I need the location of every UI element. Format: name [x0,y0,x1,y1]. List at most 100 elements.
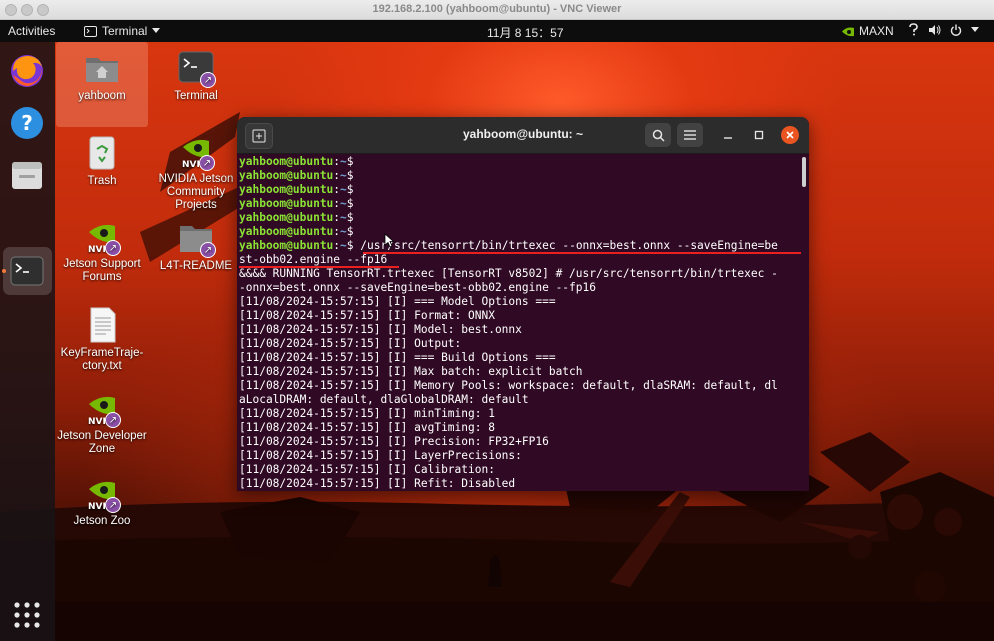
terminal-output[interactable]: yahboom@ubuntu:~$ yahboom@ubuntu:~$ yahboo… [239,155,797,491]
mouse-cursor-icon [384,233,394,248]
nvidia-icon: NVIDIA ↗ [85,392,124,428]
terminal-header-bar[interactable]: yahboom@ubuntu: ~ [237,117,809,154]
chevron-down-icon [152,28,161,33]
running-indicator [2,269,6,273]
desktop-icon-label: Jetson Developer Zone [57,430,147,455]
minimize-button[interactable] [717,123,739,147]
prompt-line: yahboom@ubuntu:~$ [239,197,354,210]
prompt-line: yahboom@ubuntu:~$ [239,211,354,224]
maximize-button[interactable] [748,123,770,147]
output-line: [11/08/2024-15:57:15] [I] === Model Opti… [239,295,556,308]
vnc-window-titlebar[interactable]: 192.168.2.100 (yahboom@ubuntu) - VNC Vie… [0,0,994,20]
prompt-line: yahboom@ubuntu:~$ [239,225,354,238]
desktop-icon-label: yahboom [78,90,126,102]
grid-icon [14,602,40,628]
dock-terminal-button[interactable] [7,251,47,291]
nvidia-icon: NVIDIA ↗ [85,477,124,513]
command-text: /usr/src/tensorrt/bin/trtexec --onnx=bes… [353,239,778,252]
maximize-icon [754,130,764,140]
app-menu-button[interactable]: Terminal [84,24,161,38]
desktop-icon-label: Trash [87,175,117,187]
desktop-icon-yahboom[interactable]: yahboom [57,50,147,103]
text-file-icon [84,307,120,343]
desktop-icon-label: Terminal [174,90,218,102]
nvidia-icon: NVIDIA ↗ [179,135,218,171]
output-line: [11/08/2024-15:57:15] [I] Format: ONNX [239,309,495,322]
link-arrow-icon: ↗ [105,240,121,256]
power-mode-indicator[interactable]: MAXN [841,24,894,38]
nvidia-icon [842,26,854,36]
trash-icon [84,135,120,171]
annotation-underline [239,266,399,268]
menu-button[interactable] [677,123,703,147]
minimize-icon [724,137,732,139]
desktop-icon-jetson-forums[interactable]: NVIDIA ↗ Jetson Support Forums [57,220,147,284]
volume-icon[interactable] [928,24,941,36]
folder-icon: ↗ [178,220,216,258]
terminal-icon: ↗ [178,50,216,88]
output-line: [11/08/2024-15:57:15] [I] Max batch: exp… [239,365,583,378]
activities-button[interactable]: Activities [8,24,55,38]
output-line: [11/08/2024-15:57:15] [I] === Build Opti… [239,351,556,364]
output-line: [11/08/2024-15:57:15] [I] Memory Pools: … [239,379,778,392]
link-arrow-icon: ↗ [200,72,216,88]
link-arrow-icon: ↗ [105,497,121,513]
output-line: [11/08/2024-15:57:15] [I] Model: best.on… [239,323,522,336]
app-menu-label: Terminal [102,24,148,38]
dock-help-button[interactable]: ? [7,103,47,143]
terminal-scrollbar[interactable] [802,157,806,187]
gnome-top-bar: Activities Terminal 11月 8 15：57 MAXN [0,20,994,42]
desktop-icon-terminal[interactable]: ↗ Terminal [151,50,241,103]
close-button[interactable] [781,126,799,144]
clock[interactable]: 11月 8 15：57 [487,24,564,41]
desktop-icon-label: KeyFrameTraje-ctory.txt [60,347,144,372]
output-line: [11/08/2024-15:57:15] [I] Refit: Disable… [239,477,516,490]
terminal-window[interactable]: yahboom@ubuntu: ~ yahboom@ubuntu:~$ yahbo… [237,117,809,491]
desktop-icon-developer-zone[interactable]: NVIDIA ↗ Jetson Developer Zone [57,392,147,456]
files-icon [12,162,42,189]
dock-files-button[interactable] [7,155,47,195]
dock: ? [0,42,55,641]
desktop-icon-l4t-readme[interactable]: ↗ L4T-README [151,220,241,273]
terminal-app-icon [84,25,97,37]
desktop-icon-nvidia-projects[interactable]: NVIDIA ↗ NVIDIA Jetson Community Project… [151,135,241,212]
help-icon: ? [11,107,43,139]
dock-firefox-button[interactable] [7,51,47,91]
link-arrow-icon: ↗ [200,242,216,258]
prompt-line: yahboom@ubuntu:~$ [239,169,354,182]
desktop-icon-label: L4T-README [159,260,233,272]
close-icon [786,131,794,139]
home-folder-icon [84,50,120,86]
link-arrow-icon: ↗ [199,155,215,171]
hamburger-menu-icon [684,130,696,140]
vnc-window-title: 192.168.2.100 (yahboom@ubuntu) - VNC Vie… [372,3,622,15]
desktop-icon-keyframe-file[interactable]: KeyFrameTraje-ctory.txt [57,307,147,373]
output-line: [11/08/2024-15:57:15] [I] Calibration: [239,463,495,476]
command-line-continued: st-obb02.engine --fp16 [239,253,388,266]
nvidia-icon: NVIDIA ↗ [85,220,124,256]
annotation-underline [363,252,801,254]
terminal-icon [10,256,44,286]
help-icon[interactable] [908,23,919,36]
power-icon[interactable] [950,24,962,36]
chevron-down-icon[interactable] [971,26,979,33]
output-line: [11/08/2024-15:57:15] [I] minTiming: 1 [239,407,495,420]
desktop-icon-label: Jetson Zoo [73,515,131,527]
output-line: -onnx=best.onnx --saveEngine=best-obb02.… [239,281,596,294]
command-line: yahboom@ubuntu:~$ /usr/src/tensorrt/bin/… [239,239,778,252]
desktop-icon-trash[interactable]: Trash [57,135,147,188]
output-line: aLocalDRAM: default, dlaGlobalDRAM: defa… [239,393,529,406]
output-line: [11/08/2024-15:57:15] [I] Precision: FP3… [239,435,549,448]
output-line: &&&& RUNNING TensorRT.trtexec [TensorRT … [239,267,778,280]
link-arrow-icon: ↗ [105,412,121,428]
system-tray[interactable] [908,23,979,36]
prompt-line: yahboom@ubuntu:~$ [239,155,354,168]
desktop-icon-jetson-zoo[interactable]: NVIDIA ↗ Jetson Zoo [57,477,147,528]
desktop-icon-label: NVIDIA Jetson Community Projects [158,173,234,211]
show-applications-button[interactable] [7,595,47,635]
prompt-line: yahboom@ubuntu:~$ [239,183,354,196]
output-line: [11/08/2024-15:57:15] [I] LayerPrecision… [239,449,522,462]
desktop-icon-label: Jetson Support Forums [63,258,141,283]
search-icon [652,129,665,142]
search-button[interactable] [645,123,671,147]
